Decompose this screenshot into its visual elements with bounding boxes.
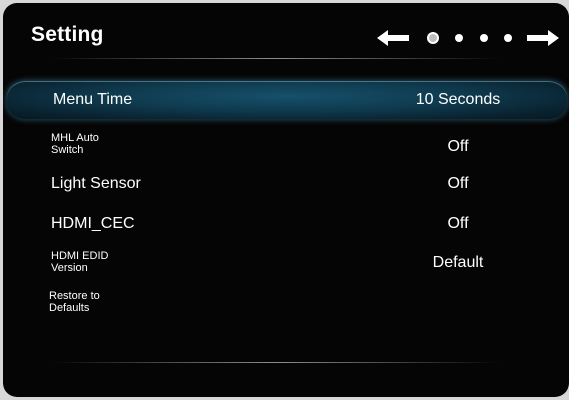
menu-item-restore-to-defaults[interactable]: Restore to Defaults (3, 289, 569, 321)
menu-item-value: Default (432, 254, 484, 271)
menu-item-label: HDMI EDID Version (51, 250, 109, 274)
menu-item-label: Light Sensor (51, 175, 141, 192)
menu-item-value: 10 Seconds (415, 91, 501, 108)
menu-item-mhl-auto-switch[interactable]: MHL Auto Switch Off (3, 131, 569, 163)
footer-divider (51, 362, 501, 363)
menu-item-label: Restore to Defaults (49, 290, 100, 314)
menu-item-value: Off (447, 215, 469, 232)
menu-item-label: Menu Time (53, 91, 133, 108)
menu-item-light-sensor[interactable]: Light Sensor Off (3, 171, 569, 197)
menu-item-value: Off (447, 175, 469, 192)
menu-item-label: HDMI_CEC (51, 215, 135, 232)
menu-item-hdmi-cec[interactable]: HDMI_CEC Off (3, 209, 569, 237)
menu-item-value: Off (447, 138, 469, 155)
settings-list: Menu Time 10 Seconds MHL Auto Switch Off… (3, 3, 569, 397)
menu-item-hdmi-edid-version[interactable]: HDMI EDID Version Default (3, 249, 569, 281)
menu-item-menu-time[interactable]: Menu Time 10 Seconds (7, 81, 567, 119)
menu-item-label: MHL Auto Switch (51, 132, 99, 156)
settings-menu-panel: Setting Menu Time 10 Seconds MHL Auto Sw… (3, 3, 569, 397)
